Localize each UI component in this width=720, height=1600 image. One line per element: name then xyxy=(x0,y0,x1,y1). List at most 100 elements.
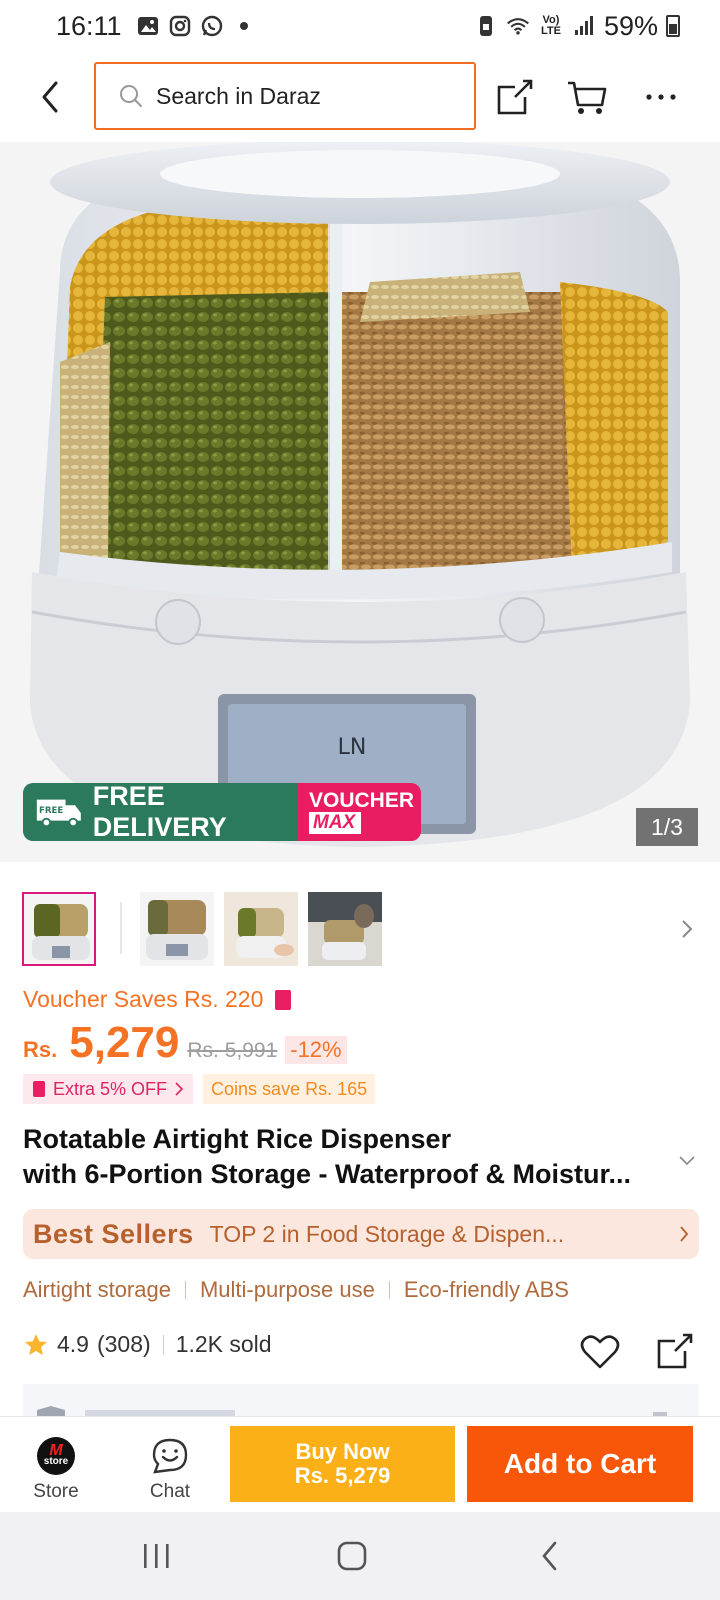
discount-badge: -12% xyxy=(285,1036,347,1064)
signal-icon xyxy=(572,15,596,37)
status-bar: 16:11 Vo) LTE 59% xyxy=(0,0,720,52)
wishlist-button[interactable] xyxy=(578,1330,622,1374)
share-icon xyxy=(657,1333,693,1369)
action-bar: M store Store Chat Buy Now Rs. 5,279 Add… xyxy=(0,1416,720,1512)
chevron-right-icon xyxy=(682,920,693,938)
search-icon xyxy=(120,85,142,107)
wifi-icon xyxy=(506,15,530,37)
status-left: 16:11 xyxy=(56,11,256,42)
extra-off-badge[interactable]: Extra 5% OFF xyxy=(23,1074,194,1104)
thumbnail-3[interactable] xyxy=(224,892,298,966)
dot-icon xyxy=(232,15,256,37)
product-image[interactable]: LN xyxy=(0,142,720,862)
price-currency: Rs. xyxy=(23,1037,58,1062)
best-sellers-rank: TOP 2 in Food Storage & Dispen... xyxy=(209,1220,565,1247)
free-delivery-label: FREE DELIVERY xyxy=(92,783,227,841)
thumbnail-2[interactable] xyxy=(140,892,214,966)
thumbnail-4[interactable] xyxy=(308,892,382,966)
feature-tags: Airtight storage Multi-purpose use Eco-f… xyxy=(23,1277,569,1303)
feature-separator xyxy=(388,1281,390,1299)
battery-level: 59% xyxy=(603,10,658,41)
cart-icon xyxy=(568,81,607,114)
promo-badges: Extra 5% OFF Coins save Rs. 165 xyxy=(23,1074,376,1104)
more-icon xyxy=(646,94,676,100)
extra-off-text: Extra 5% OFF xyxy=(53,1078,168,1099)
thumbnail-divider xyxy=(120,902,122,954)
thumbnail-1[interactable] xyxy=(22,892,96,966)
best-sellers-banner[interactable]: Best Sellers TOP 2 in Food Storage & Dis… xyxy=(23,1209,699,1259)
feature-separator xyxy=(184,1281,186,1299)
buy-now-label: Buy Now xyxy=(295,1439,390,1464)
recents-icon xyxy=(144,1544,169,1568)
feature-tag: Eco-friendly ABS xyxy=(403,1277,569,1302)
feature-tag: Airtight storage xyxy=(23,1277,171,1302)
title-expand-button[interactable] xyxy=(672,1146,702,1176)
gallery-icon xyxy=(136,15,160,37)
chat-icon xyxy=(152,1438,188,1474)
image-counter: 1/3 xyxy=(636,808,698,846)
chat-label: Chat xyxy=(149,1481,191,1502)
cart-button[interactable] xyxy=(562,72,612,122)
share-icon xyxy=(497,79,533,115)
coins-badge: Coins save Rs. 165 xyxy=(203,1074,376,1104)
price-value: 5,279 xyxy=(69,1018,180,1067)
buy-now-price: Rs. 5,279 xyxy=(294,1463,391,1488)
product-share-button[interactable] xyxy=(652,1328,698,1374)
voucher-saves-text: Voucher Saves Rs. 220 xyxy=(23,986,264,1012)
product-title-line-1: Rotatable Airtight Rice Dispenser xyxy=(23,1124,452,1154)
whatsapp-icon xyxy=(200,15,224,37)
voucher-label: VOUCHER xyxy=(309,789,415,812)
thumbnail-next-button[interactable] xyxy=(672,912,702,946)
rating-separator xyxy=(162,1334,164,1355)
rating-score: 4.9 xyxy=(57,1331,89,1357)
star-icon xyxy=(25,1333,47,1355)
store-logo: M store xyxy=(37,1437,75,1475)
chevron-down-icon xyxy=(679,1156,695,1166)
battery-icon xyxy=(666,15,680,37)
sold-count: 1.2K sold xyxy=(175,1331,272,1357)
chevron-right-icon xyxy=(175,1082,184,1096)
original-price: Rs. 5,991 xyxy=(187,1039,278,1062)
store-label: Store xyxy=(33,1481,79,1502)
chevron-right-icon xyxy=(679,1225,689,1243)
instagram-icon xyxy=(168,15,192,37)
next-section-peek xyxy=(23,1384,699,1418)
add-to-cart-button[interactable]: Add to Cart xyxy=(467,1426,693,1502)
voucher-max-label: MAX xyxy=(309,812,361,834)
share-button[interactable] xyxy=(490,72,540,122)
promo-banner: FREE FREE DELIVERY VOUCHER MAX xyxy=(23,783,421,841)
rating-row[interactable]: 4.9 (308) 1.2K sold xyxy=(23,1331,272,1358)
system-back-button[interactable] xyxy=(520,1536,580,1576)
back-button[interactable] xyxy=(30,74,70,120)
best-sellers-logo: Best Sellers xyxy=(33,1218,194,1249)
back-icon xyxy=(42,81,58,113)
delivery-truck-icon: FREE xyxy=(36,799,81,828)
phone-lock-icon xyxy=(474,15,498,37)
status-time: 16:11 xyxy=(56,10,122,41)
store-button[interactable]: M store Store xyxy=(22,1437,90,1507)
home-button[interactable] xyxy=(322,1536,382,1576)
lte-icon: Vo) LTE xyxy=(540,14,561,37)
price-row: Rs. 5,279 Rs. 5,991 -12% xyxy=(23,1018,347,1074)
store-logo-text: store xyxy=(43,1456,69,1467)
top-nav: Search in Daraz xyxy=(0,52,720,142)
product-title: Rotatable Airtight Rice Dispenser with 6… xyxy=(23,1122,663,1192)
feature-tag: Multi-purpose use xyxy=(199,1277,375,1302)
search-input[interactable]: Search in Daraz xyxy=(94,62,476,130)
chat-button[interactable]: Chat xyxy=(136,1437,204,1507)
rating-count: (308) xyxy=(96,1331,151,1357)
free-delivery-badge: FREE FREE DELIVERY xyxy=(23,783,297,841)
product-image-drawing: LN xyxy=(0,142,720,862)
search-placeholder: Search in Daraz xyxy=(156,82,321,109)
heart-icon xyxy=(580,1335,620,1369)
buy-now-button[interactable]: Buy Now Rs. 5,279 xyxy=(230,1426,455,1502)
voucher-max-badge: VOUCHER MAX xyxy=(297,783,421,841)
back-nav-icon xyxy=(542,1541,557,1571)
more-button[interactable] xyxy=(636,72,686,122)
status-right: Vo) LTE 59% xyxy=(474,11,680,42)
recents-button[interactable] xyxy=(126,1536,186,1576)
system-nav-bar xyxy=(0,1512,720,1600)
voucher-tag-icon xyxy=(33,1081,45,1097)
product-title-line-2: with 6-Portion Storage - Waterproof & Mo… xyxy=(23,1159,632,1189)
home-icon xyxy=(337,1541,367,1571)
